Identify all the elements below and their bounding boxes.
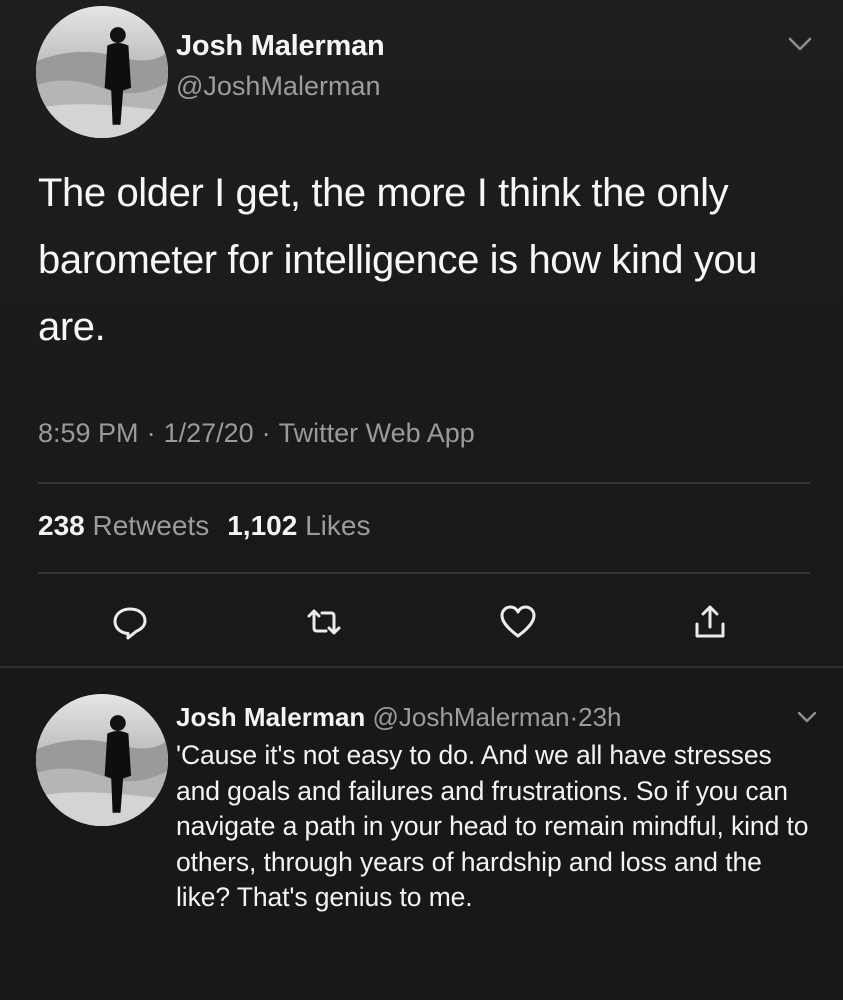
avatar-photo-icon: [36, 694, 168, 826]
tweet-metadata: 8:59 PM · 1/27/20 · Twitter Web App: [38, 418, 475, 449]
heart-icon: [500, 605, 536, 638]
retweets-stat[interactable]: 238 Retweets: [38, 510, 209, 541]
likes-stat[interactable]: 1,102 Likes: [227, 510, 370, 541]
divider: [38, 572, 810, 574]
reply-author-name[interactable]: Josh Malerman: [176, 702, 365, 732]
author-name[interactable]: Josh Malerman: [176, 30, 385, 63]
tweet-text: The older I get, the more I think the on…: [38, 171, 758, 349]
chevron-down-icon[interactable]: [795, 708, 819, 726]
tweet-detail-screen: Josh Malerman @JoshMalerman The older I …: [0, 0, 843, 1000]
divider: [38, 482, 810, 484]
author-handle[interactable]: @JoshMalerman: [176, 71, 380, 102]
retweets-count: 238: [38, 510, 85, 541]
tweet-time: 8:59 PM: [38, 418, 139, 448]
section-divider: [0, 666, 843, 668]
avatar[interactable]: [36, 6, 168, 138]
tweet-source-link[interactable]: Twitter Web App: [279, 418, 475, 448]
likes-count: 1,102: [227, 510, 298, 541]
chevron-down-icon[interactable]: [786, 34, 814, 54]
reply-icon: [113, 607, 147, 640]
meta-separator: ·: [261, 418, 271, 448]
reply-button[interactable]: [108, 600, 152, 644]
reply-separator: ·: [569, 702, 579, 732]
meta-separator: ·: [146, 418, 156, 448]
like-button[interactable]: [496, 600, 540, 644]
retweet-button[interactable]: [302, 600, 346, 644]
retweet-icon: [307, 609, 341, 635]
share-icon: [695, 605, 725, 638]
tweet-date: 1/27/20: [163, 418, 254, 448]
reply-header: Josh Malerman @JoshMalerman·23h: [176, 702, 622, 733]
likes-label: Likes: [305, 510, 371, 541]
reply-author-handle[interactable]: @JoshMalerman: [373, 702, 570, 732]
share-button[interactable]: [688, 600, 732, 644]
reply-avatar[interactable]: [36, 694, 168, 826]
engagement-stats: 238 Retweets 1,102 Likes: [38, 510, 370, 542]
reply-timestamp[interactable]: 23h: [578, 702, 621, 732]
reply-text: 'Cause it's not easy to do. And we all h…: [176, 740, 809, 912]
retweets-label: Retweets: [92, 510, 210, 541]
avatar-photo-icon: [36, 6, 168, 138]
